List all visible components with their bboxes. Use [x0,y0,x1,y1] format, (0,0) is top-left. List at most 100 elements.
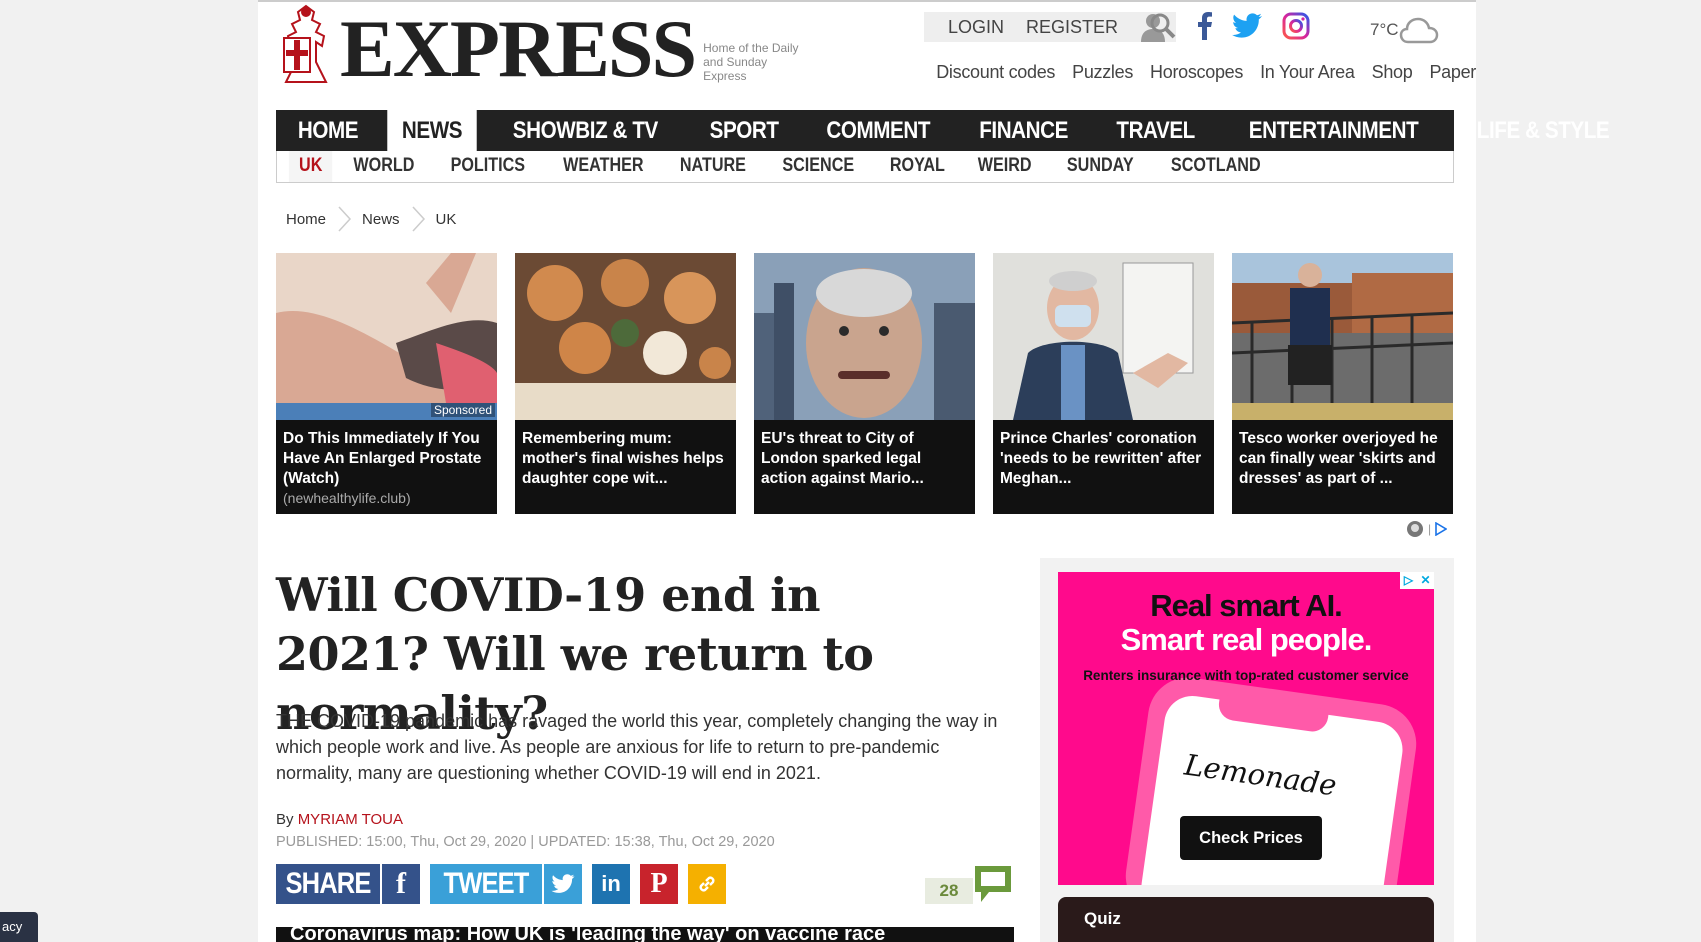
author-link[interactable]: MYRIAM TOUA [298,811,403,828]
related-story-title: Coronavirus map: How UK is 'leading the … [290,927,886,942]
link-paper[interactable]: Paper [1429,62,1476,83]
share-label: SHARE [285,867,371,900]
play-icon [1435,522,1448,536]
site-logo[interactable]: EXPRESS Home of the Daily and Sunday Exp… [276,2,813,90]
link-shop[interactable]: Shop [1372,62,1413,83]
breadcrumb: Home News UK [276,206,468,232]
subnav-science[interactable]: SCIENCE [772,151,864,182]
social-icons [1150,12,1330,40]
linkedin-share-icon[interactable]: in [592,864,630,904]
ad-badge[interactable]: ▷ ✕ [1400,572,1434,589]
face-icon [1407,521,1423,537]
nav-finance[interactable]: FINANCE [965,110,1083,151]
sub-nav: UK WORLD POLITICS WEATHER NATURE SCIENCE… [276,151,1454,183]
card-image [1232,253,1453,420]
ad-subtitle: Renters insurance with top-rated custome… [1083,668,1409,683]
twitter-share-icon[interactable] [544,864,582,904]
subnav-royal[interactable]: ROYAL [879,151,954,182]
breadcrumb-home[interactable]: Home [276,211,338,228]
card-caption: EU's threat to City of London sparked le… [761,430,924,487]
card-prince-charles[interactable]: Prince Charles' coronation 'needs to be … [993,253,1214,514]
nav-life-style[interactable]: LIFE & STYLE [1462,110,1624,151]
cloud-icon [1399,17,1438,44]
tweet-label: TWEET [443,867,530,900]
adchoices-icon[interactable]: ▷ [1400,572,1417,589]
ad-headline-1: Real smart AI. [1150,588,1343,623]
privacy-button[interactable]: acy [0,912,38,942]
subnav-scotland[interactable]: SCOTLAND [1161,151,1271,182]
nav-sport[interactable]: SPORT [695,110,793,151]
close-icon[interactable]: ✕ [1417,572,1434,589]
subnav-world[interactable]: WORLD [344,151,425,182]
instagram-icon[interactable] [1282,12,1310,40]
privacy-label: acy [2,919,23,934]
link-puzzles[interactable]: Puzzles [1072,62,1133,83]
divider: | [1428,522,1432,536]
adchoices-badge[interactable]: | [1406,520,1448,538]
card-caption: Do This Immediately If You Have An Enlar… [283,430,482,487]
crusader-crest-icon [283,4,328,83]
card-image [754,253,975,420]
logo-tagline: Home of the Daily and Sunday Express [703,41,799,83]
card-prostate[interactable]: Sponsored Do This Immediately If You Hav… [276,253,497,514]
quiz-widget[interactable]: Quiz [1058,897,1434,942]
weather-temp: 7°C [1370,20,1399,39]
weather-widget[interactable]: 7°C [1370,16,1439,44]
card-source: (newhealthylife.club) [283,490,411,506]
twitter-icon[interactable] [1232,13,1262,39]
card-caption: Tesco worker overjoyed he can finally we… [1239,430,1438,487]
subnav-uk[interactable]: UK [288,151,333,182]
register-link[interactable]: REGISTER [1026,17,1118,38]
card-image [276,253,497,420]
sidebar: Lemonade Real smart AI. Smart real peopl… [1040,558,1454,942]
comment-bubble-icon [975,866,1011,902]
card-eu-city[interactable]: EU's threat to City of London sparked le… [754,253,975,514]
card-caption: Prince Charles' coronation 'needs to be … [1000,430,1202,487]
quiz-label: Quiz [1084,909,1121,928]
search-icon[interactable] [1150,13,1176,39]
nav-entertainment[interactable]: ENTERTAINMENT [1234,110,1433,151]
account-bar: LOGIN REGISTER [924,12,1177,42]
login-link[interactable]: LOGIN [948,17,1004,38]
nav-travel[interactable]: TRAVEL [1101,110,1209,151]
card-tesco-worker[interactable]: Tesco worker overjoyed he can finally we… [1232,253,1453,514]
nav-showbiz-tv[interactable]: SHOWBIZ & TV [498,110,672,151]
ad-cta-button[interactable]: Check Prices [1180,816,1322,860]
comments-widget[interactable]: 28 [925,864,1013,904]
breadcrumb-uk[interactable]: UK [426,211,469,228]
nav-comment[interactable]: COMMENT [812,110,945,151]
comment-count: 28 [925,878,973,904]
link-horoscopes[interactable]: Horoscopes [1150,62,1243,83]
share-bar: SHARE f TWEET in P [276,864,728,904]
pinterest-share-icon[interactable]: P [640,864,678,904]
card-remembering-mum[interactable]: Remembering mum: mother's final wishes h… [515,253,736,514]
subnav-weird[interactable]: WEIRD [968,151,1042,182]
lemonade-ad[interactable]: Lemonade Real smart AI. Smart real peopl… [1058,572,1434,885]
card-image [515,253,736,420]
byline: By MYRIAM TOUA [276,811,403,828]
tweet-button[interactable]: TWEET [430,864,542,904]
link-discount-codes[interactable]: Discount codes [936,62,1055,83]
article-dates: PUBLISHED: 15:00, Thu, Oct 29, 2020 | UP… [276,834,775,850]
chevron-right-icon [411,206,425,232]
share-button[interactable]: SHARE [276,864,380,904]
sponsored-label: Sponsored [430,403,495,417]
ad-headline-2: Smart real people. [1120,622,1373,657]
page: EXPRESS Home of the Daily and Sunday Exp… [258,0,1609,942]
breadcrumb-news[interactable]: News [352,211,412,228]
nav-news[interactable]: NEWS [387,110,477,151]
top-links: Discount codes Puzzles Horoscopes In You… [919,62,1476,83]
facebook-share-icon[interactable]: f [382,864,420,904]
card-caption: Remembering mum: mother's final wishes h… [522,430,724,487]
link-in-your-area[interactable]: In Your Area [1260,62,1355,83]
subnav-weather[interactable]: WEATHER [553,151,654,182]
card-image [993,253,1214,420]
subnav-sunday[interactable]: SUNDAY [1057,151,1144,182]
subnav-nature[interactable]: NATURE [670,151,757,182]
copy-link-icon[interactable] [688,864,726,904]
nav-home[interactable]: HOME [283,110,372,151]
facebook-icon[interactable] [1196,12,1212,40]
subnav-politics[interactable]: POLITICS [441,151,536,182]
related-story-bar[interactable]: Coronavirus map: How UK is 'leading the … [276,927,1014,942]
logo-wordmark: EXPRESS [340,3,697,94]
